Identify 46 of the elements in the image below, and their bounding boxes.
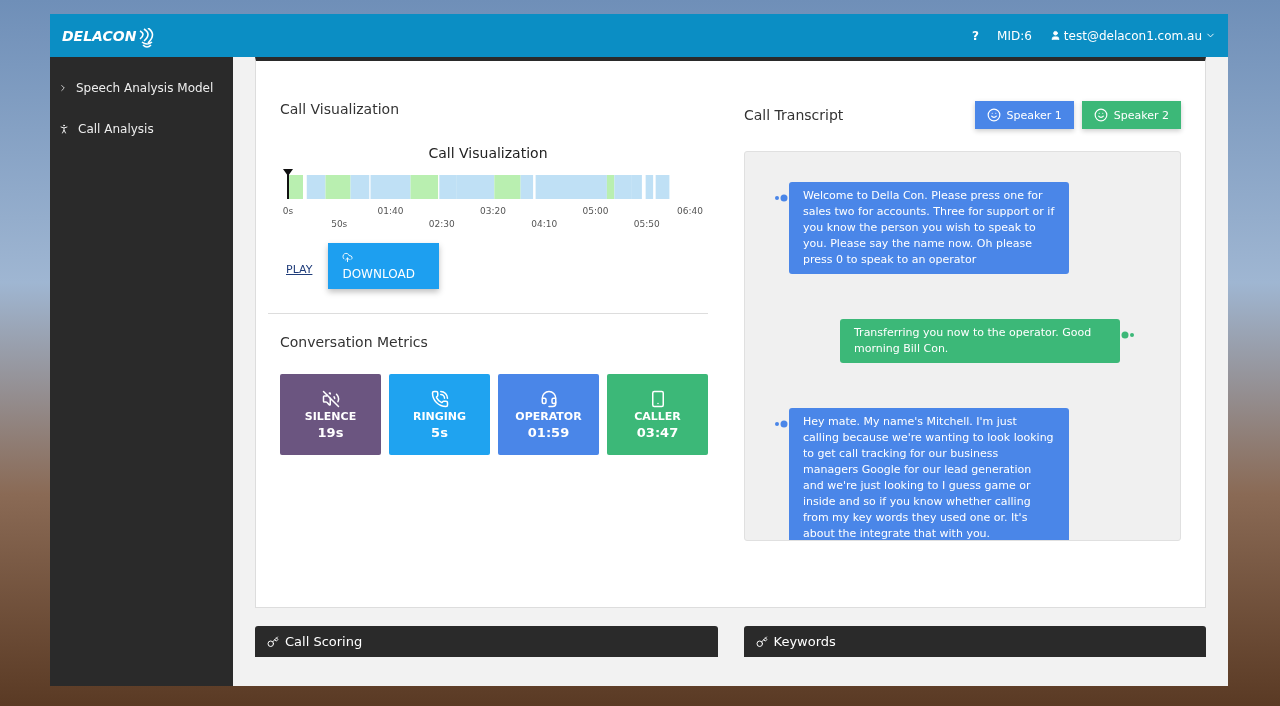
- playhead-icon: [283, 169, 293, 199]
- muted-speaker-icon: [321, 389, 340, 408]
- message-bubble: Transferring you now to the operator. Good morning Bill Con.: [840, 319, 1120, 363]
- metric-tile: CALLER 03:47: [607, 374, 708, 455]
- headset-icon: [539, 389, 558, 408]
- play-link[interactable]: PLAY: [286, 263, 313, 276]
- user-menu[interactable]: test@delacon1.com.au: [1063, 28, 1202, 43]
- sidebar-item[interactable]: Speech Analysis Model: [76, 80, 214, 95]
- phone-icon: [430, 389, 449, 408]
- panel-title: Keywords: [773, 634, 836, 649]
- cloud-upload-icon: [342, 251, 354, 263]
- download-button[interactable]: DOWNLOAD: [328, 243, 440, 289]
- message-bubble: Hey mate. My name's Mitchell. I'm just calling because we're wanting to look looking to get call tracking for our business managers Google for our lead generation and we're just looking to I guess game or inside and so if you know whether calling from my key words they used one or. It's about the integrate that with you.: [789, 408, 1069, 540]
- section-title: Call Visualization: [279, 101, 400, 117]
- axis-label: 01:40: [377, 206, 404, 216]
- speaker-button[interactable]: Speaker 1: [974, 101, 1074, 129]
- axis-label: 02:30: [428, 219, 455, 229]
- key-icon: [755, 635, 768, 648]
- axis-label: 0s: [282, 206, 294, 216]
- chevron-icon: [58, 82, 68, 93]
- key-icon: [267, 635, 279, 648]
- bubble-tail-icon: [1120, 331, 1136, 339]
- axis-label: 06:40: [677, 206, 703, 216]
- section-title: Conversation Metrics: [279, 334, 429, 350]
- user-icon: [1049, 30, 1061, 41]
- bubble-tail-icon: [773, 420, 789, 428]
- section-title: Call Transcript: [744, 107, 844, 123]
- mid-label: MID:6: [997, 28, 1032, 43]
- chart-title: Call Visualization: [427, 145, 549, 161]
- sidebar-item[interactable]: Call Analysis: [78, 121, 154, 136]
- logo-text: DELACON: [62, 27, 137, 44]
- axis-label: 05:50: [633, 219, 660, 229]
- speaker-button[interactable]: Speaker 2: [1081, 101, 1181, 129]
- face-icon: [1093, 108, 1108, 122]
- message-bubble: Welcome to Della Con. Please press one for sales two for accounts. Three for support or if you know the person you wish to speak to you. Please say the name now. Oh please press 0 to speak to an operator: [789, 182, 1069, 274]
- axis-label: 05:00: [582, 206, 609, 216]
- metric-tile: OPERATOR 01:59: [498, 374, 599, 455]
- metric-tile: RINGING 5s: [389, 374, 490, 455]
- metric-tile: SILENCE 19s: [280, 374, 381, 455]
- help-link[interactable]: ?: [972, 28, 980, 43]
- axis-label: 50s: [331, 219, 348, 229]
- panel-title: Call Scoring: [285, 634, 363, 649]
- face-icon: [986, 108, 1001, 122]
- axis-label: 04:10: [531, 219, 558, 229]
- axis-label: 03:20: [480, 206, 506, 216]
- bubble-tail-icon: [773, 194, 789, 202]
